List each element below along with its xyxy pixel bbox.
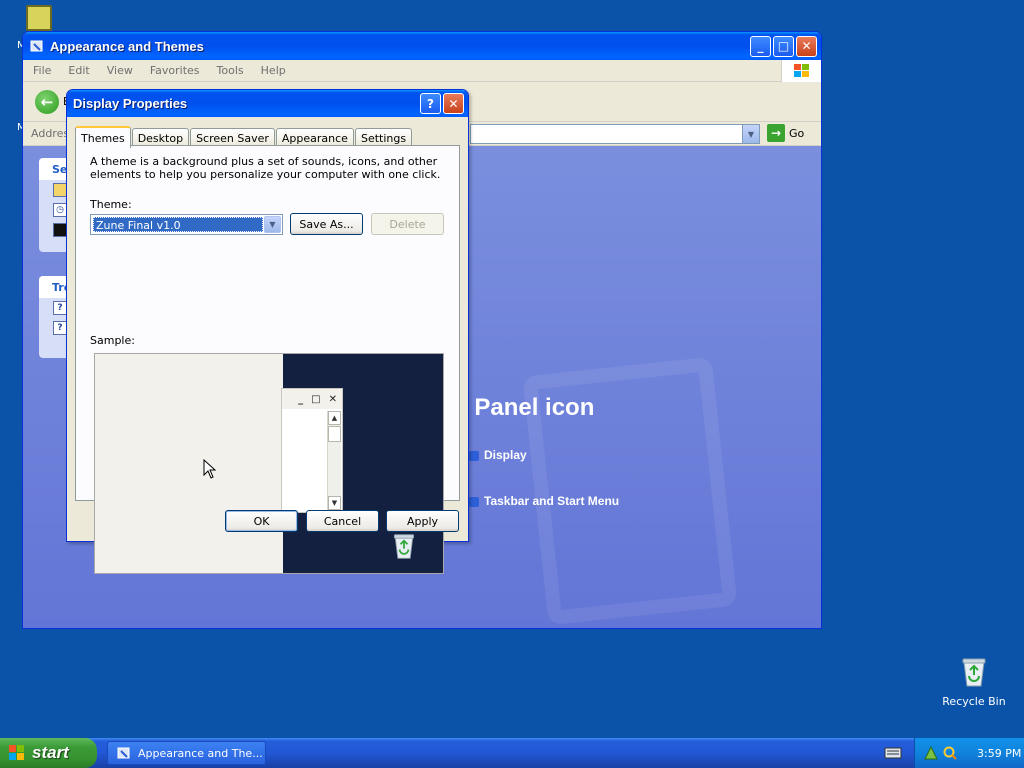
ok-button[interactable]: OK (225, 510, 298, 532)
save-as-button[interactable]: Save As... (290, 213, 363, 235)
menu-help[interactable]: Help (257, 64, 290, 77)
window-title: Appearance and Themes (50, 38, 204, 54)
control-panel-icon (30, 40, 43, 52)
start-button[interactable]: start (0, 738, 97, 768)
recycle-bin-label: Recycle Bin (942, 695, 1006, 708)
maximize-button[interactable]: □ (773, 35, 794, 57)
start-label: start (32, 743, 69, 762)
control-panel-icon (117, 747, 130, 759)
dialog-close-button[interactable]: ✕ (443, 93, 464, 114)
go-label: Go (789, 126, 805, 140)
go-button[interactable]: → Go (767, 124, 804, 142)
theme-sample-preview: _ □ ✕ ▲ ▼ (94, 353, 444, 574)
sample-window: _ □ ✕ ▲ ▼ (281, 388, 343, 513)
display-link[interactable]: Display (469, 448, 527, 462)
taskbar-start-menu-link[interactable]: Taskbar and Start Menu (469, 494, 619, 508)
sample-inactive-area (95, 354, 283, 573)
mouse-cursor-icon (203, 459, 217, 479)
chevron-down-icon[interactable]: ▼ (264, 216, 281, 233)
display-icon (469, 450, 479, 461)
help-button[interactable]: ? (420, 93, 441, 114)
clock[interactable]: 3:59 PM (977, 747, 1021, 760)
minimize-button[interactable]: _ (750, 35, 771, 57)
sample-scrollbar: ▲ ▼ (327, 411, 341, 510)
pick-control-panel-heading: l Panel icon (461, 394, 595, 421)
theme-label: Theme: (90, 198, 132, 211)
delete-button[interactable]: Delete (371, 213, 444, 235)
cancel-button[interactable]: Cancel (306, 510, 379, 532)
recycle-bin-icon (962, 658, 986, 687)
dialog-titlebar[interactable]: Display Properties ? ✕ (67, 90, 468, 117)
display-link-label: Display (484, 448, 527, 462)
theme-description: A theme is a background plus a set of so… (90, 155, 441, 181)
clock-icon[interactable]: ◷ (53, 203, 67, 217)
recycle-bin-desktop-icon[interactable]: Recycle Bin (942, 656, 1006, 708)
sample-label: Sample: (90, 334, 135, 347)
scroll-thumb (328, 426, 341, 442)
display-icon[interactable] (53, 223, 67, 237)
windows-flag-icon (781, 60, 821, 82)
go-arrow-icon: → (767, 124, 785, 142)
themes-tab-panel: A theme is a background plus a set of so… (75, 145, 460, 574)
address-input[interactable]: ▼ (470, 124, 760, 144)
taskbar-item-appearance-themes[interactable]: Appearance and The... (107, 741, 266, 765)
theme-dropdown[interactable]: Zune Final v1.0 ▼ (90, 214, 283, 235)
menu-bar: File Edit View Favorites Tools Help (23, 60, 821, 82)
desktop-shortcut-icon[interactable] (26, 5, 52, 31)
taskbar-link-label: Taskbar and Start Menu (484, 494, 620, 508)
menu-tools[interactable]: Tools (213, 64, 248, 77)
folder-icon[interactable] (53, 183, 67, 197)
display-properties-dialog[interactable]: Display Properties ? ✕ Themes Desktop Sc… (66, 89, 469, 574)
menu-edit[interactable]: Edit (64, 64, 93, 77)
taskbar-item-label: Appearance and The... (138, 746, 263, 760)
chevron-down-icon[interactable]: ▼ (742, 125, 759, 143)
close-button[interactable]: ✕ (796, 35, 817, 57)
back-arrow-icon[interactable]: ← (35, 89, 59, 114)
menu-favorites[interactable]: Favorites (146, 64, 204, 77)
taskbar: start Appearance and The... 3:59 PM (0, 738, 1024, 768)
keyboard-icon[interactable] (884, 746, 902, 760)
search-tray-icon[interactable] (942, 745, 958, 761)
window-titlebar[interactable]: Appearance and Themes _ □ ✕ (23, 32, 821, 60)
help-icon[interactable]: ? (53, 301, 67, 315)
help-icon[interactable]: ? (53, 321, 67, 335)
network-icon[interactable] (923, 745, 939, 761)
scroll-down-icon: ▼ (328, 496, 341, 510)
taskbar-icon (469, 496, 479, 507)
tab-themes[interactable]: Themes (75, 126, 131, 148)
scroll-up-icon: ▲ (328, 411, 341, 425)
windows-flag-icon (9, 745, 24, 760)
menu-file[interactable]: File (29, 64, 55, 77)
system-tray: 3:59 PM (914, 738, 1024, 768)
recycle-bin-icon (393, 534, 415, 559)
tab-strip: Themes Desktop Screen Saver Appearance S… (75, 125, 413, 148)
apply-button[interactable]: Apply (386, 510, 459, 532)
sample-window-titlebar: _ □ ✕ (282, 389, 342, 409)
dialog-title: Display Properties (73, 96, 188, 111)
close-icon: ✕ (328, 393, 337, 405)
theme-selected-value: Zune Final v1.0 (93, 217, 263, 232)
maximize-icon: □ (311, 393, 321, 405)
minimize-icon: _ (298, 393, 304, 405)
menu-view[interactable]: View (103, 64, 137, 77)
